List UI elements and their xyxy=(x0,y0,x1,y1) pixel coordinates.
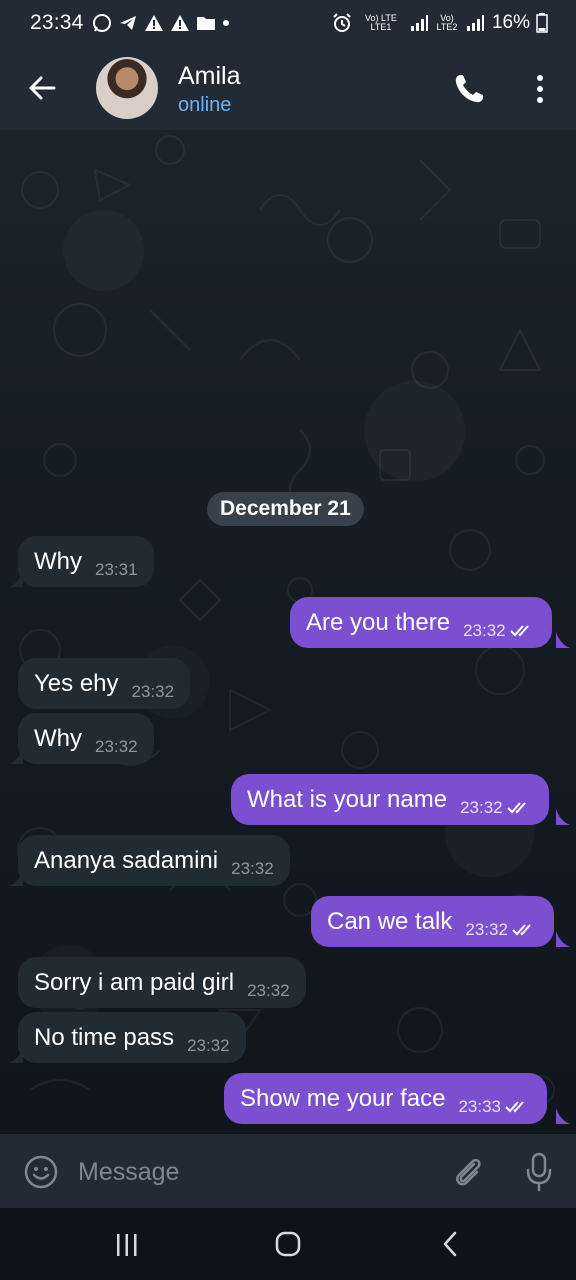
message-time: 23:32 xyxy=(247,980,290,1000)
mic-icon[interactable] xyxy=(524,1152,554,1192)
message-time: 23:33 xyxy=(458,1096,501,1116)
contact-status: online xyxy=(178,94,232,116)
message-time: 23:32 xyxy=(465,919,508,939)
date-separator: December 21 xyxy=(207,492,364,526)
read-checkmarks-icon xyxy=(509,624,529,636)
battery-percent: 16% xyxy=(491,12,530,33)
contact-name[interactable]: Amila xyxy=(178,62,241,91)
attach-icon[interactable] xyxy=(450,1154,486,1190)
message-composer xyxy=(0,1134,576,1208)
system-icons: Vo) LTE LTE1 Vo) LTE2 16% xyxy=(332,12,548,34)
signal-icon xyxy=(410,15,428,31)
status-time: 23:34 xyxy=(30,11,84,34)
folder-icon xyxy=(196,17,215,30)
message-text: Why xyxy=(34,547,82,575)
message-time: 23:32 xyxy=(95,736,138,756)
message-text: What is your name xyxy=(247,785,448,813)
message-text: Why xyxy=(34,724,82,752)
message-time: 23:32 xyxy=(460,797,503,817)
bubble-tail xyxy=(556,1108,570,1124)
message-outgoing[interactable]: What is your name 23:32 xyxy=(231,774,549,825)
network-1-label: Vo) LTE LTE1 xyxy=(365,13,397,32)
message-incoming[interactable]: Yes ehy 23:32 xyxy=(18,658,191,709)
message-outgoing[interactable]: Can we talk 23:32 xyxy=(311,896,554,947)
message-text: Show me your face xyxy=(240,1084,446,1112)
nav-back-icon[interactable] xyxy=(440,1230,460,1258)
bubble-tail xyxy=(556,632,570,648)
signal-icon xyxy=(466,15,484,31)
chat-header: Amila online xyxy=(0,46,576,130)
bubble-tail xyxy=(9,571,23,587)
message-incoming[interactable]: No time pass 23:32 xyxy=(18,1012,246,1063)
network-2-label: Vo) LTE2 xyxy=(436,13,458,32)
message-outgoing[interactable]: Show me your face 23:33 xyxy=(224,1073,547,1124)
home-icon[interactable] xyxy=(274,1230,302,1258)
message-text: No time pass xyxy=(34,1023,175,1051)
message-text: Ananya sadamini xyxy=(34,846,219,874)
dot-icon xyxy=(222,20,229,26)
message-time: 23:31 xyxy=(95,559,138,579)
message-incoming[interactable]: Why 23:32 xyxy=(18,713,154,764)
warning-icon xyxy=(144,15,163,31)
whatsapp-icon xyxy=(92,14,111,32)
chat-area[interactable]: December 21 Why 23:31 Are you there 23:3… xyxy=(0,130,576,1134)
status-bar: 23:34 Vo) LTE LTE1 Vo) LTE2 16% xyxy=(0,0,576,46)
emoji-icon[interactable] xyxy=(23,1154,59,1190)
phone-icon[interactable] xyxy=(452,72,486,106)
message-outgoing[interactable]: Are you there 23:32 xyxy=(290,597,552,648)
warning-icon xyxy=(170,15,189,31)
bubble-tail xyxy=(556,931,570,947)
message-time: 23:32 xyxy=(463,620,506,640)
bubble-tail xyxy=(9,1047,23,1063)
system-nav-bar xyxy=(0,1208,576,1280)
notification-icons xyxy=(92,13,230,33)
message-incoming[interactable]: Sorry i am paid girl 23:32 xyxy=(18,957,306,1008)
avatar[interactable] xyxy=(96,57,158,119)
more-vertical-icon[interactable] xyxy=(528,72,552,106)
bubble-tail xyxy=(9,870,23,886)
back-arrow-icon[interactable] xyxy=(24,70,60,106)
message-text: Sorry i am paid girl xyxy=(34,968,235,996)
message-time: 23:32 xyxy=(187,1035,230,1055)
telegram-icon xyxy=(119,16,136,30)
message-incoming[interactable]: Ananya sadamini 23:32 xyxy=(18,835,290,886)
battery-icon xyxy=(536,13,548,33)
message-text: Are you there xyxy=(306,608,451,636)
recent-apps-icon[interactable] xyxy=(114,1232,140,1258)
message-time: 23:32 xyxy=(231,858,274,878)
read-checkmarks-icon xyxy=(506,801,526,813)
bubble-tail xyxy=(9,748,23,764)
message-input[interactable] xyxy=(76,1151,440,1193)
message-text: Yes ehy xyxy=(34,669,119,697)
message-time: 23:32 xyxy=(131,681,175,701)
read-checkmarks-icon xyxy=(512,923,531,935)
bubble-tail xyxy=(556,809,570,825)
message-text: Can we talk xyxy=(327,907,453,935)
alarm-icon xyxy=(333,13,351,32)
message-incoming[interactable]: Why 23:31 xyxy=(18,536,154,587)
read-checkmarks-icon xyxy=(505,1100,524,1112)
